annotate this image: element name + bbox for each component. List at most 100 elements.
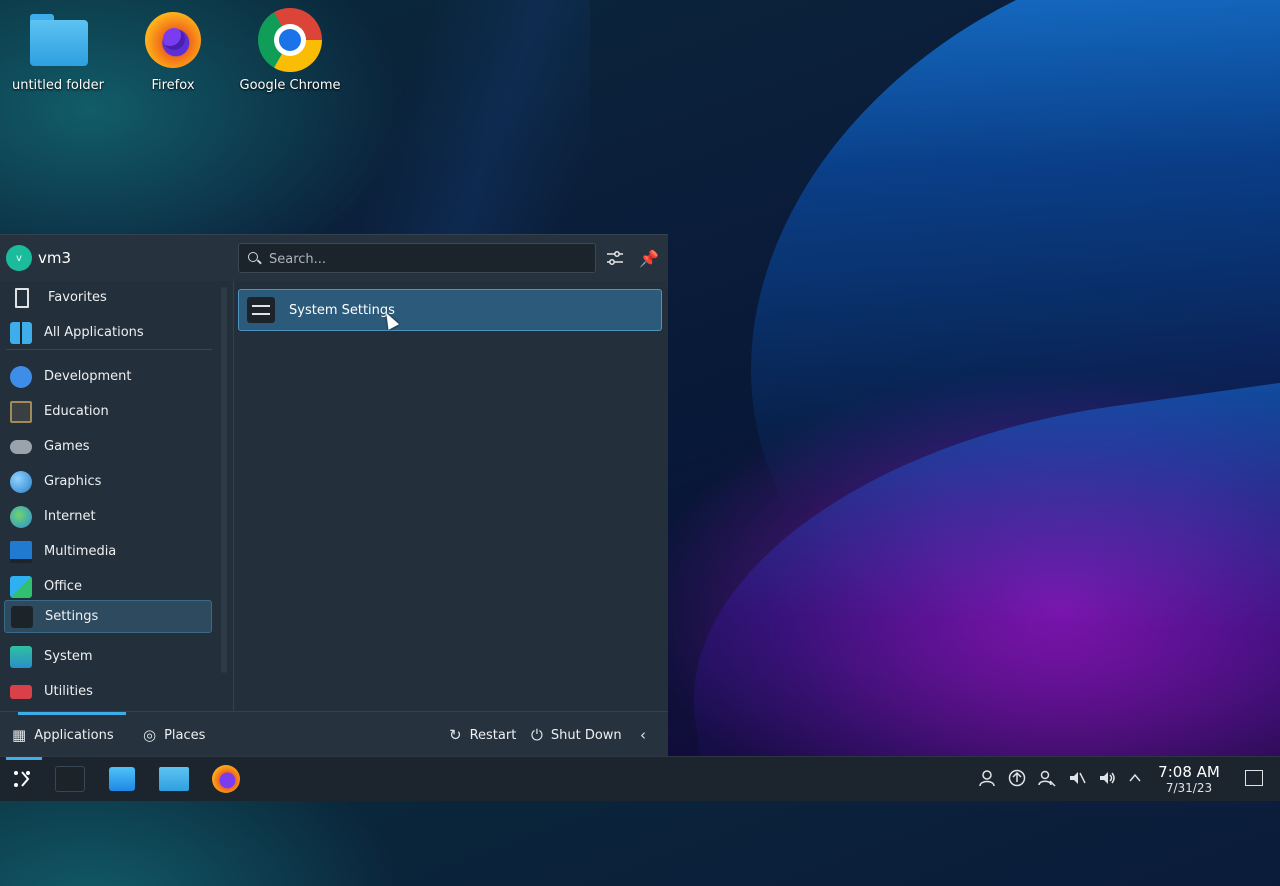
show-desktop-button[interactable] (1243, 767, 1265, 789)
result-item-system-settings[interactable]: System Settings (238, 289, 662, 331)
grid-icon: ▦ (12, 726, 27, 744)
kde-launcher-icon (14, 771, 30, 787)
wallpaper-wave (660, 364, 1280, 886)
desktop-icon-label: Google Chrome (239, 78, 341, 93)
office-icon (10, 575, 32, 598)
taskbar-firefox[interactable] (210, 763, 242, 795)
sidebar-item-utilities[interactable]: Utilities (4, 675, 212, 708)
button-label: Restart (469, 727, 517, 743)
pin-button[interactable]: 📌 (636, 245, 662, 271)
development-icon (10, 365, 32, 388)
sidebar-item-graphics[interactable]: Graphics (4, 465, 212, 498)
sidebar-item-label: Development (44, 369, 132, 384)
sidebar-item-office[interactable]: Office (4, 570, 212, 603)
sidebar-item-all-applications[interactable]: All Applications (4, 316, 212, 349)
tab-label: Places (164, 727, 206, 743)
search-icon (248, 252, 258, 262)
shutdown-button[interactable]: ⏻ Shut Down (531, 712, 622, 758)
desktop-icon-google-chrome[interactable]: Google Chrome (232, 8, 348, 93)
show-desktop-icon (1245, 770, 1263, 786)
avatar[interactable]: v (6, 245, 32, 271)
compass-icon: ◎ (143, 726, 157, 744)
result-item-label: System Settings (289, 302, 395, 318)
multimedia-icon (10, 540, 32, 563)
grid-icon (10, 321, 32, 344)
sidebar-item-label: Games (44, 439, 90, 454)
utilities-icon (10, 684, 32, 699)
restart-button[interactable]: ↻ Restart (449, 712, 516, 758)
sidebar-scrollbar[interactable] (221, 287, 227, 673)
restart-icon: ↻ (449, 726, 462, 744)
sidebar-item-label: All Applications (44, 325, 144, 340)
pin-icon: 📌 (639, 248, 659, 268)
application-launcher-button[interactable] (6, 757, 42, 795)
desktop-icon-firefox[interactable]: Firefox (115, 8, 231, 93)
digital-clock[interactable]: 7:08 AM 7/31/23 (1150, 763, 1228, 795)
button-label: Shut Down (550, 727, 622, 743)
system-icon (10, 645, 32, 668)
sidebar-item-favorites[interactable]: Favorites (4, 281, 212, 314)
taskbar-dolphin[interactable] (158, 763, 190, 795)
wallpaper-wave (330, 0, 590, 260)
sidebar-item-label: Internet (44, 509, 96, 524)
chevron-left-circle-icon: ‹ (640, 726, 646, 744)
sliders-icon (607, 251, 623, 265)
sidebar-item-system[interactable]: System (4, 640, 212, 673)
taskbar-system-settings[interactable] (54, 763, 86, 795)
user-icon[interactable] (976, 767, 998, 789)
folder-icon (26, 8, 90, 72)
sidebar-item-internet[interactable]: Internet (4, 500, 212, 533)
system-settings-icon (247, 297, 275, 323)
tab-applications[interactable]: ▦ Applications (12, 712, 126, 758)
sidebar-item-label: Favorites (48, 290, 107, 305)
clock-time: 7:08 AM (1158, 763, 1220, 781)
sidebar-item-settings[interactable]: Settings (4, 600, 212, 633)
username: vm3 (38, 249, 72, 267)
sidebar-item-label: Education (44, 404, 109, 419)
configure-button[interactable] (602, 245, 628, 271)
sidebar-item-label: Settings (45, 609, 99, 624)
firefox-icon (141, 8, 205, 72)
globe-icon (10, 505, 32, 528)
launcher-footer: ▦ Applications ◎ Places ↻ Restart ⏻ Shut… (0, 711, 668, 758)
updates-icon[interactable] (1006, 767, 1028, 789)
taskbar-discover[interactable] (106, 763, 138, 795)
chrome-icon (258, 8, 322, 72)
sidebar-item-development[interactable]: Development (4, 360, 212, 393)
tab-places[interactable]: ◎ Places (143, 712, 205, 758)
search-box[interactable] (238, 243, 596, 273)
leave-menu-button[interactable]: ‹ (640, 712, 654, 758)
divider (233, 281, 234, 711)
application-launcher: v vm3 📌 Favorites All Applications Devel… (0, 234, 668, 758)
network-icon[interactable] (1036, 767, 1058, 789)
clock-date: 7/31/23 (1165, 781, 1213, 795)
system-settings-icon (55, 766, 85, 792)
sidebar-item-education[interactable]: Education (4, 395, 212, 428)
education-icon (10, 400, 32, 423)
sidebar-item-games[interactable]: Games (4, 430, 212, 463)
audio-muted-icon[interactable] (1066, 767, 1088, 789)
volume-icon[interactable] (1096, 767, 1118, 789)
gamepad-icon (10, 439, 32, 454)
sidebar-item-label: Graphics (44, 474, 102, 489)
sidebar-item-multimedia[interactable]: Multimedia (4, 535, 212, 568)
search-input[interactable] (267, 249, 591, 269)
chevron-up-icon[interactable] (1124, 767, 1146, 789)
graphics-icon (10, 470, 32, 493)
sidebar-item-label: Office (44, 579, 82, 594)
desktop-icon-label: untitled folder (11, 78, 104, 93)
taskbar: 7:08 AM 7/31/23 (0, 756, 1280, 801)
divider (6, 349, 212, 350)
sidebar-item-label: Utilities (44, 684, 93, 699)
bookmark-icon (15, 287, 29, 308)
sidebar-item-label: Multimedia (44, 544, 117, 559)
firefox-icon (212, 765, 240, 793)
desktop-icon-untitled-folder[interactable]: untitled folder (0, 8, 116, 93)
tab-label: Applications (34, 727, 114, 743)
launcher-header: v vm3 📌 (0, 235, 668, 281)
category-sidebar: Favorites All Applications Development E… (0, 281, 216, 711)
folder-icon (159, 767, 189, 791)
power-icon: ⏻ (531, 726, 543, 744)
settings-icon (11, 605, 33, 628)
desktop-icon-label: Firefox (151, 78, 195, 93)
